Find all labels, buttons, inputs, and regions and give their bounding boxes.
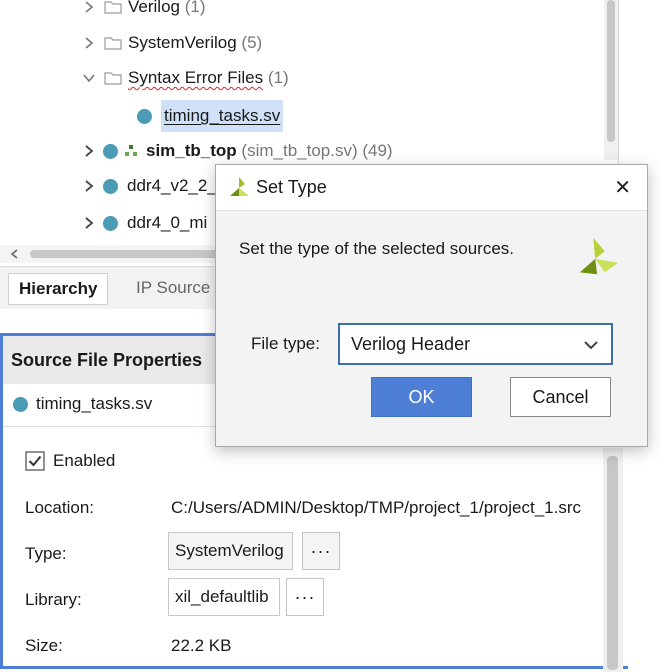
tree-item-label: sim_tb_top bbox=[146, 141, 237, 160]
dropdown-chevron-icon[interactable] bbox=[583, 337, 599, 353]
source-file-icon bbox=[137, 108, 152, 124]
tree-item-ddr4-0[interactable]: ddr4_0_mi bbox=[82, 208, 207, 238]
folder-icon bbox=[104, 37, 122, 50]
tree-item-label: Syntax Error Files bbox=[128, 68, 264, 87]
tab-hierarchy[interactable]: Hierarchy bbox=[8, 273, 109, 305]
tree-border bbox=[618, 0, 619, 170]
size-value: 22.2 KB bbox=[171, 636, 232, 655]
tree-item-label: ddr4_v2_2_ bbox=[127, 176, 217, 195]
tree-item-detail: (sim_tb_top.sv) bbox=[241, 141, 358, 160]
ok-button[interactable]: OK bbox=[371, 377, 472, 417]
scrollbar-thumb[interactable] bbox=[30, 250, 220, 258]
chevron-right-icon[interactable] bbox=[82, 0, 96, 14]
tree-item-sim-tb-top[interactable]: sim_tb_top (sim_tb_top.sv) (49) bbox=[82, 136, 393, 166]
chevron-right-icon[interactable] bbox=[82, 36, 96, 50]
tree-item-timing-tasks[interactable]: timing_tasks.sv bbox=[137, 99, 284, 133]
close-icon[interactable]: ✕ bbox=[614, 175, 631, 200]
type-value-field: SystemVerilog bbox=[168, 532, 293, 570]
type-value: SystemVerilog bbox=[175, 541, 284, 560]
tree-item-label: ddr4_0_mi bbox=[127, 213, 208, 232]
file-type-value: Verilog Header bbox=[351, 333, 471, 354]
location-label: Location: bbox=[25, 498, 94, 517]
checkbox-checked-icon[interactable] bbox=[25, 451, 45, 471]
tree-item-count: (49) bbox=[362, 141, 393, 160]
library-more-button[interactable]: ··· bbox=[286, 578, 324, 616]
vivado-logo-icon bbox=[230, 177, 249, 196]
chevron-right-icon[interactable] bbox=[82, 144, 96, 158]
chevron-down-icon[interactable] bbox=[82, 71, 96, 85]
tree-item-count: (5) bbox=[241, 33, 263, 52]
tree-vertical-scrollbar[interactable] bbox=[604, 0, 618, 160]
properties-file-name: timing_tasks.sv bbox=[36, 394, 153, 413]
enabled-checkbox-row[interactable]: Enabled bbox=[25, 451, 115, 471]
scroll-left-icon[interactable] bbox=[9, 248, 21, 260]
dialog-message: Set the type of the selected sources. bbox=[239, 239, 514, 258]
properties-file-row: timing_tasks.sv bbox=[13, 394, 152, 414]
type-label: Type: bbox=[25, 544, 67, 563]
enabled-label: Enabled bbox=[53, 451, 116, 470]
tree-item-systemverilog[interactable]: SystemVerilog (5) bbox=[82, 28, 262, 58]
tree-item-label: Verilog bbox=[128, 0, 180, 16]
tree-item-label: timing_tasks.sv bbox=[161, 100, 284, 132]
file-type-label: File type: bbox=[251, 334, 320, 353]
folder-icon bbox=[104, 1, 122, 14]
tab-bar: Hierarchy IP Source bbox=[0, 266, 220, 309]
tree-item-syntax-error-files[interactable]: Syntax Error Files (1) bbox=[82, 63, 289, 93]
library-value-field: xil_defaultlib bbox=[168, 578, 280, 616]
source-file-icon bbox=[103, 178, 118, 194]
hierarchy-icon bbox=[125, 145, 137, 156]
source-file-icon bbox=[13, 396, 28, 412]
file-type-select[interactable]: Verilog Header bbox=[338, 323, 613, 365]
library-label: Library: bbox=[25, 590, 82, 609]
set-type-dialog: Set Type ✕ Set the type of the selected … bbox=[215, 164, 648, 447]
scrollbar-thumb[interactable] bbox=[607, 456, 618, 670]
tree-item-ddr4-v2[interactable]: ddr4_v2_2_ bbox=[82, 171, 217, 201]
chevron-right-icon[interactable] bbox=[82, 216, 96, 230]
tree-item-label: SystemVerilog bbox=[128, 33, 237, 52]
tree-item-count: (1) bbox=[184, 0, 206, 16]
tab-ip-sources[interactable]: IP Source bbox=[136, 273, 210, 303]
dialog-title-bar: Set Type ✕ bbox=[216, 165, 647, 211]
size-label: Size: bbox=[25, 636, 63, 655]
source-file-icon bbox=[103, 215, 118, 231]
location-value: C:/Users/ADMIN/Desktop/TMP/project_1/pro… bbox=[171, 498, 582, 517]
tree-horizontal-scrollbar[interactable] bbox=[0, 245, 220, 263]
vivado-logo-icon bbox=[579, 237, 619, 275]
scrollbar-thumb[interactable] bbox=[607, 0, 615, 142]
tree-item-count: (1) bbox=[267, 68, 289, 87]
source-file-icon bbox=[103, 143, 118, 159]
properties-vertical-scrollbar[interactable] bbox=[603, 448, 623, 672]
tree-item-verilog[interactable]: Verilog (1) bbox=[82, 0, 206, 22]
library-value: xil_defaultlib bbox=[175, 587, 269, 606]
folder-icon bbox=[104, 72, 122, 85]
type-more-button[interactable]: ··· bbox=[302, 532, 340, 570]
chevron-right-icon[interactable] bbox=[82, 179, 96, 193]
cancel-button[interactable]: Cancel bbox=[510, 377, 611, 417]
dialog-title: Set Type bbox=[256, 177, 327, 197]
